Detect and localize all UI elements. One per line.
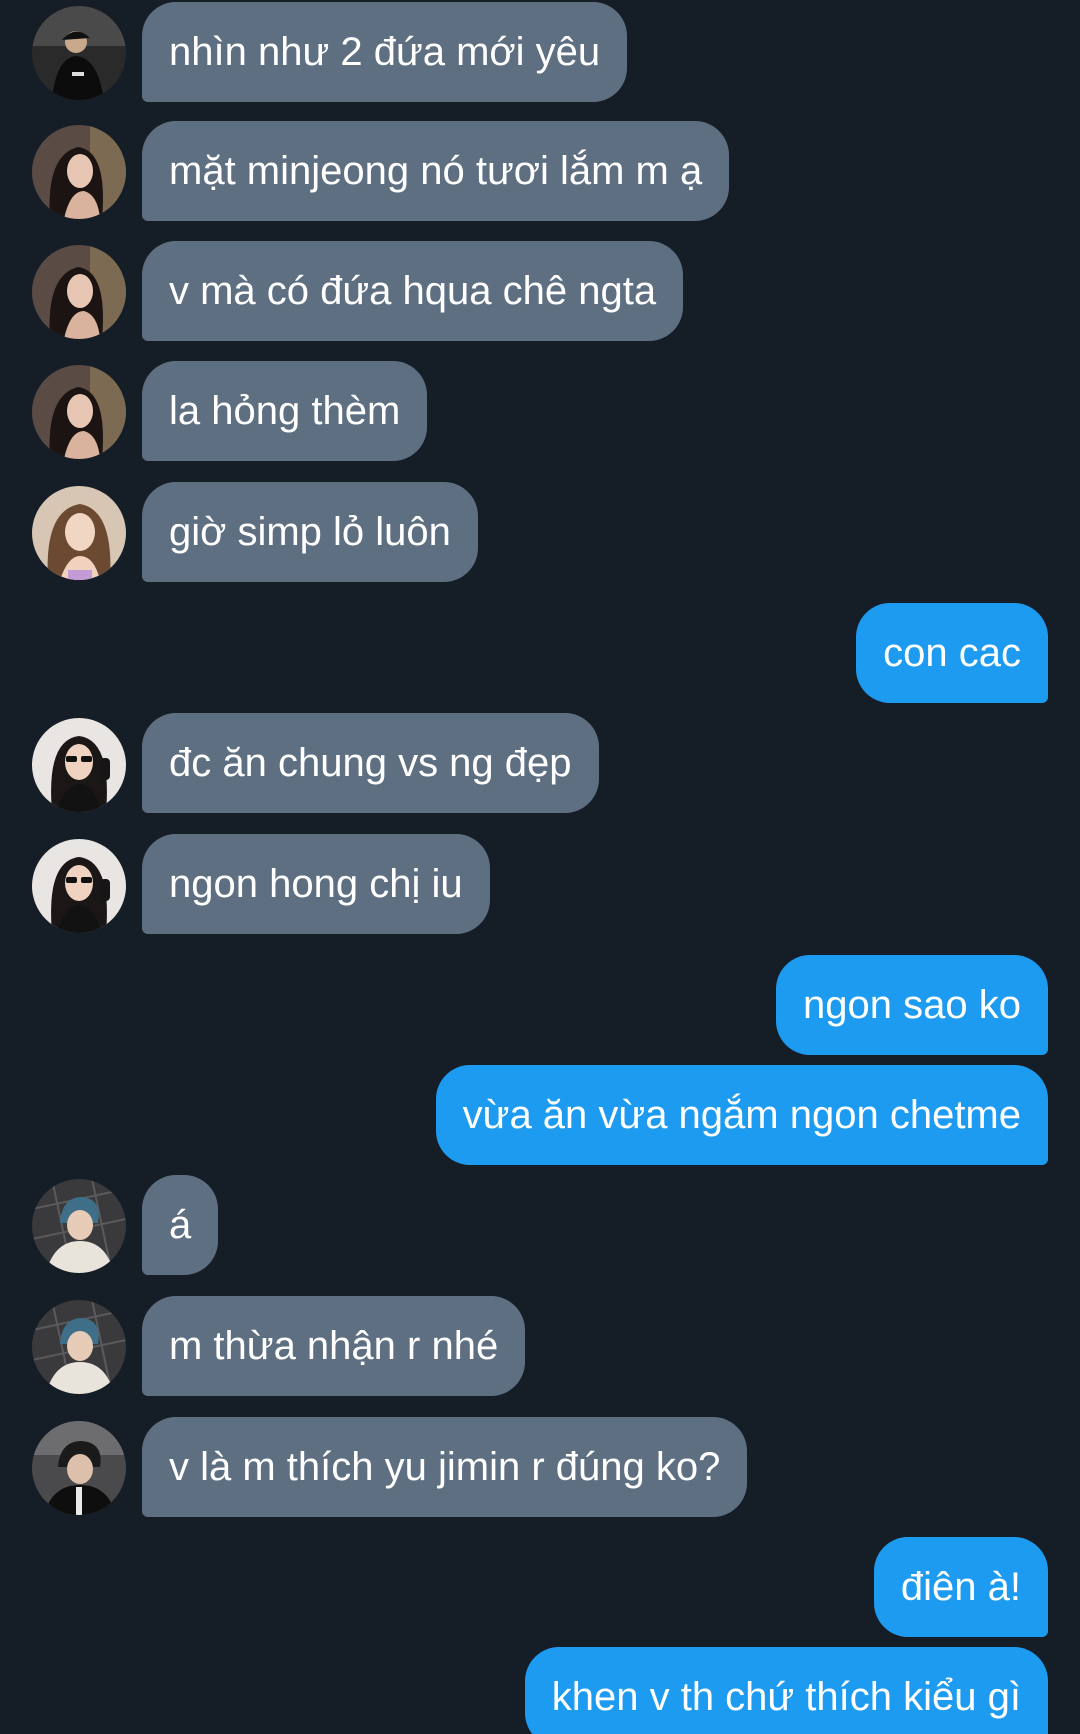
avatar-girl-dark-hair-icon bbox=[32, 125, 126, 219]
incoming-message-bubble[interactable]: ngon hong chị iu bbox=[142, 834, 490, 934]
outgoing-message-bubble[interactable]: con cac bbox=[856, 603, 1048, 703]
avatar[interactable] bbox=[32, 245, 126, 339]
avatar[interactable] bbox=[32, 1421, 126, 1515]
avatar[interactable] bbox=[32, 1300, 126, 1394]
avatar-girl-dark-hair-icon bbox=[32, 245, 126, 339]
avatar-girl-light-icon bbox=[32, 486, 126, 580]
avatar[interactable] bbox=[32, 486, 126, 580]
incoming-message-bubble[interactable]: á bbox=[142, 1175, 219, 1275]
incoming-message-bubble[interactable]: m thừa nhận r nhé bbox=[142, 1296, 526, 1396]
avatar-boy-blue-hair-icon bbox=[32, 1179, 126, 1273]
incoming-message-bubble[interactable]: v là m thích yu jimin r đúng ko? bbox=[142, 1417, 748, 1517]
avatar[interactable] bbox=[32, 839, 126, 933]
incoming-message-bubble[interactable]: v mà có đứa hqua chê ngta bbox=[142, 241, 684, 341]
avatar-boy-cap-icon bbox=[32, 6, 126, 100]
incoming-message-bubble[interactable]: mặt minjeong nó tươi lắm m ạ bbox=[142, 121, 730, 221]
avatar[interactable] bbox=[32, 125, 126, 219]
avatar[interactable] bbox=[32, 6, 126, 100]
outgoing-message-bubble[interactable]: khen v th chứ thích kiểu gì bbox=[524, 1647, 1048, 1734]
incoming-message-bubble[interactable]: la hỏng thèm bbox=[142, 361, 428, 461]
avatar-girl-sunglasses-icon bbox=[32, 839, 126, 933]
outgoing-message-bubble[interactable]: ngon sao ko bbox=[776, 955, 1048, 1055]
avatar-girl-dark-hair-icon bbox=[32, 365, 126, 459]
avatar-boy-blue-hair-icon bbox=[32, 1300, 126, 1394]
incoming-message-bubble[interactable]: giờ simp lỏ luôn bbox=[142, 482, 478, 582]
avatar[interactable] bbox=[32, 718, 126, 812]
avatar[interactable] bbox=[32, 1179, 126, 1273]
avatar-boy-dark-icon bbox=[32, 1421, 126, 1515]
avatar[interactable] bbox=[32, 365, 126, 459]
incoming-message-bubble[interactable]: nhìn như 2 đứa mới yêu bbox=[142, 2, 628, 102]
outgoing-message-bubble[interactable]: vừa ăn vừa ngắm ngon chetme bbox=[435, 1065, 1048, 1165]
avatar-girl-sunglasses-icon bbox=[32, 718, 126, 812]
outgoing-message-bubble[interactable]: điên à! bbox=[873, 1537, 1048, 1637]
chat-thread: nhìn như 2 đứa mới yêu mặt minjeong nó t… bbox=[0, 0, 1080, 1734]
incoming-message-bubble[interactable]: đc ăn chung vs ng đẹp bbox=[142, 713, 599, 813]
